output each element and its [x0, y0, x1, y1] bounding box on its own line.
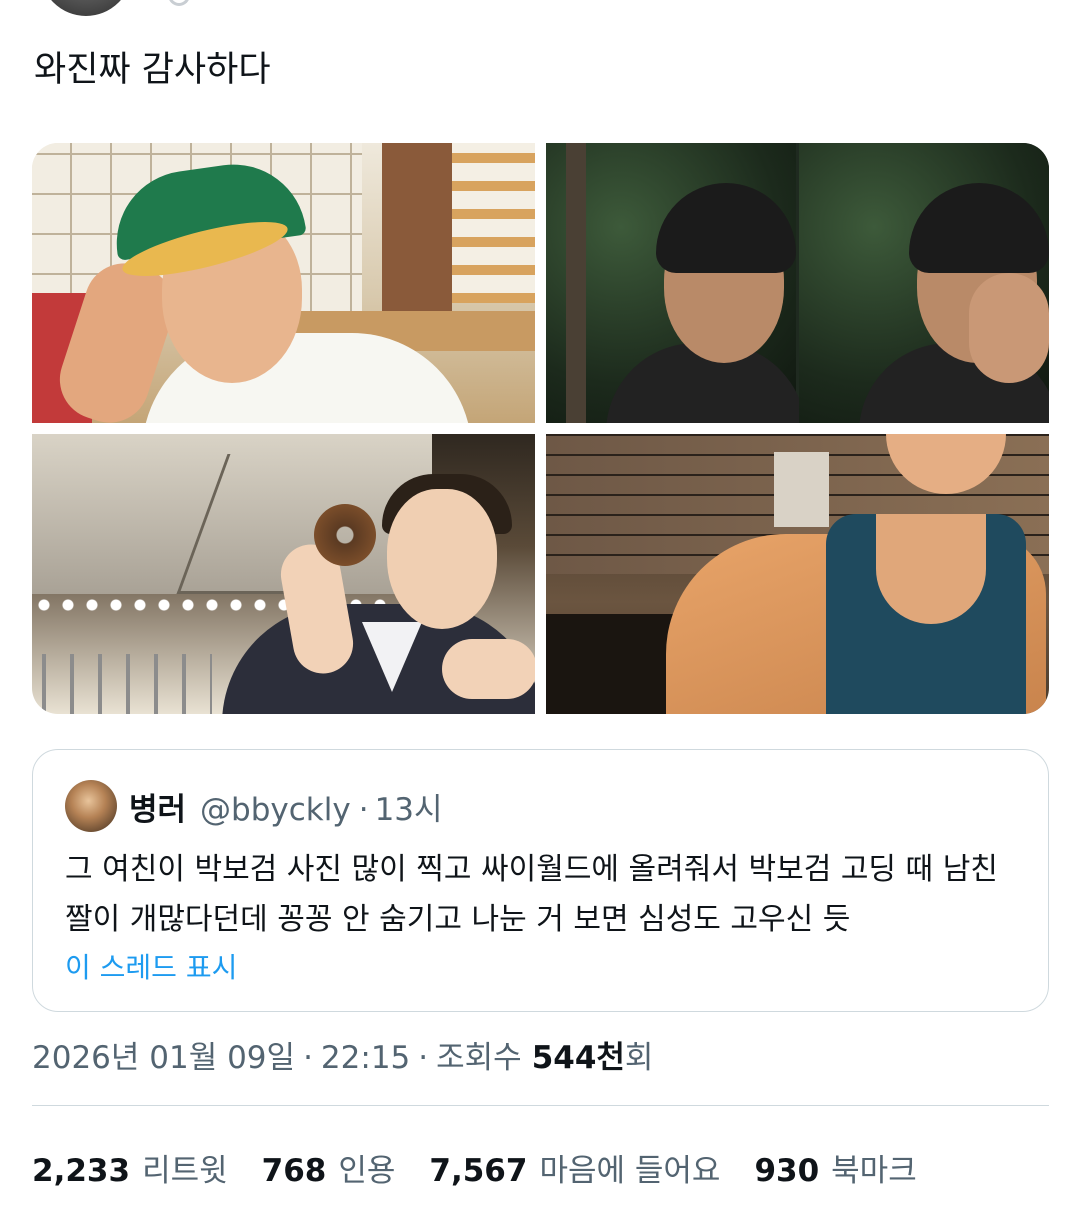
tweet-text: 와진짜 감사하다 — [34, 50, 271, 90]
photo-smiling-cap[interactable] — [32, 143, 535, 423]
bookmarks-stat[interactable]: 930 북마크 — [754, 1145, 916, 1190]
author-avatar[interactable] — [38, 0, 134, 18]
quotes-count: 768 — [261, 1153, 327, 1189]
engagement-stats: 2,233 리트윗 768 인용 7,567 마음에 들어요 930 북마크 — [32, 1145, 951, 1190]
media-grid — [32, 143, 1049, 714]
quote-author-handle[interactable]: @bbyckly — [200, 792, 351, 828]
divider — [32, 1105, 1049, 1106]
author-handle-fragment — [168, 0, 190, 6]
bookmarks-count: 930 — [754, 1153, 820, 1189]
show-thread-link[interactable]: 이 스레드 표시 — [65, 946, 237, 986]
quote-separator: · — [358, 792, 369, 828]
photo-night-selfie[interactable] — [546, 143, 1049, 423]
quote-tweet-card[interactable]: 병러 @bbyckly · 13시 그 여친이 박보검 사진 많이 찍고 싸이월… — [32, 749, 1049, 1012]
photo-donut-suit[interactable] — [32, 434, 535, 714]
retweets-count: 2,233 — [32, 1153, 131, 1189]
tweet-detail-page: 와진짜 감사하다 병러 @bbyckly · 13시 그 여친이 박보검 사진 … — [0, 0, 1080, 1220]
retweets-stat[interactable]: 2,233 리트윗 — [32, 1145, 228, 1190]
quotes-label: 인용 — [338, 1153, 396, 1189]
meta-separator: · — [303, 1040, 313, 1076]
likes-label: 마음에 들어요 — [539, 1153, 721, 1189]
tweet-date[interactable]: 2026년 01월 09일 — [32, 1032, 295, 1077]
tweet-time[interactable]: 22:15 — [321, 1040, 410, 1076]
likes-stat[interactable]: 7,567 마음에 들어요 — [429, 1145, 720, 1190]
quote-timestamp[interactable]: 13시 — [375, 784, 443, 829]
views-suffix: 회 — [624, 1040, 654, 1076]
quotes-stat[interactable]: 768 인용 — [262, 1145, 396, 1190]
views-count[interactable]: 544천 — [532, 1032, 625, 1077]
likes-count: 7,567 — [429, 1153, 528, 1189]
quote-author-avatar[interactable] — [65, 780, 117, 832]
meta-separator: · — [418, 1040, 429, 1076]
retweets-label: 리트윗 — [142, 1153, 228, 1189]
views-label: 조회수 — [436, 1040, 522, 1076]
tweet-meta: 2026년 01월 09일 · 22:15 · 조회수 544천 회 — [32, 1032, 653, 1077]
photo-tank-top[interactable] — [546, 434, 1049, 714]
bookmarks-label: 북마크 — [831, 1153, 917, 1189]
quote-header: 병러 @bbyckly · 13시 — [129, 784, 443, 829]
quote-body-text: 그 여친이 박보검 사진 많이 찍고 싸이월드에 올려줘서 박보검 고딩 때 남… — [65, 852, 998, 937]
quote-author-name[interactable]: 병러 — [129, 784, 186, 829]
